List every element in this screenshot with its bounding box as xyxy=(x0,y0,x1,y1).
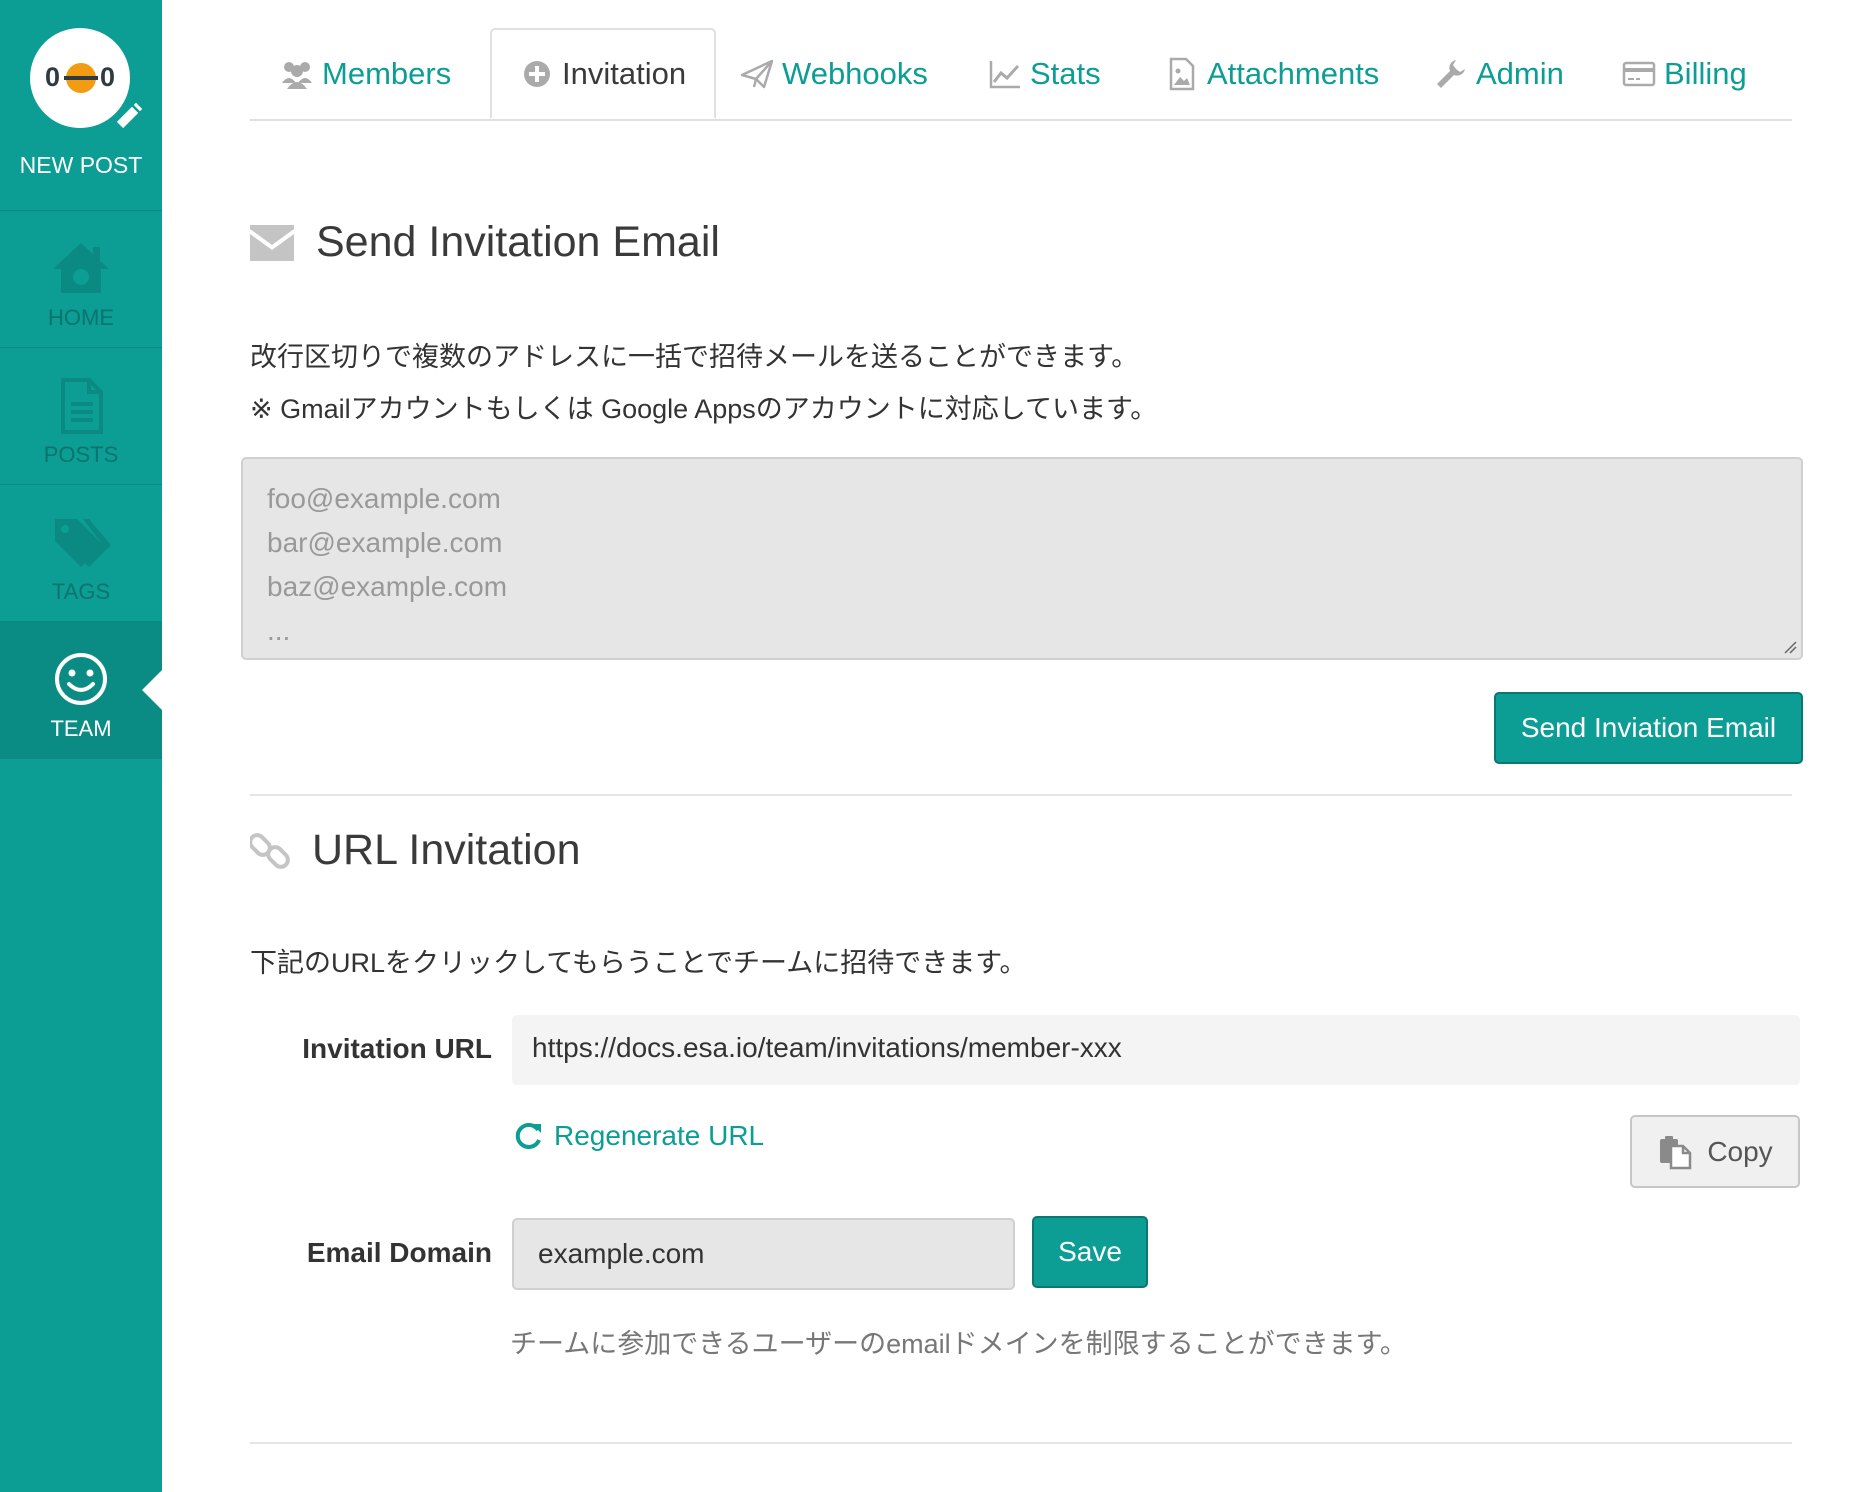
copy-label: Copy xyxy=(1707,1135,1773,1167)
line-chart-icon xyxy=(989,60,1020,88)
envelope-icon xyxy=(250,224,294,261)
logo-mouth xyxy=(64,63,98,93)
tab-members[interactable]: Members xyxy=(280,28,451,119)
description-line: ※ Gmailアカウントもしくは Google Appsのアカウントに対応してい… xyxy=(250,394,1158,424)
link-icon xyxy=(250,832,290,869)
sidebar-item-label: TAGS xyxy=(51,579,111,604)
email-domain-label: Email Domain xyxy=(306,1237,492,1268)
sidebar-item-home[interactable]: HOME xyxy=(0,211,162,348)
url-invitation-title: URL Invitation xyxy=(250,826,580,875)
send-invitation-email-button[interactable]: Send Inviation Email xyxy=(1494,692,1803,764)
placeholder-line: ... xyxy=(267,615,291,646)
invitation-url-label: Invitation URL xyxy=(302,1033,492,1064)
sidebar-item-label: HOME xyxy=(48,305,114,330)
plus-circle-icon xyxy=(524,60,550,87)
tab-label: Stats xyxy=(1030,55,1101,91)
section-divider xyxy=(250,1442,1792,1444)
resize-handle-icon[interactable] xyxy=(1783,640,1797,654)
invitation-url-field[interactable]: https://docs.esa.io/team/invitations/mem… xyxy=(512,1015,1800,1085)
tag-icon xyxy=(55,519,111,567)
tab-label: Attachments xyxy=(1207,55,1380,91)
settings-tabs: Members Invitation Webhooks Stats Attach… xyxy=(250,28,1792,121)
home-icon xyxy=(53,243,109,293)
credit-card-icon xyxy=(1622,61,1656,86)
wrench-icon xyxy=(1437,59,1465,88)
tab-label: Members xyxy=(322,55,452,91)
url-invitation-description: 下記のURLをクリックしてもらうことでチームに招待できます。 xyxy=(250,948,1027,978)
save-button[interactable]: Save xyxy=(1032,1216,1148,1288)
logo-eye-left: 0 xyxy=(45,62,61,92)
email-invitation-description: 改行区切りで複数のアドレスに一括で招待メールを送ることができます。 ※ Gmai… xyxy=(250,331,1157,435)
email-addresses-textarea[interactable]: foo@example.com bar@example.com baz@exam… xyxy=(241,457,1803,660)
textarea-placeholder: foo@example.com bar@example.com baz@exam… xyxy=(267,477,507,653)
tab-label: Webhooks xyxy=(782,55,928,91)
sidebar-item-team[interactable]: TEAM xyxy=(0,622,162,759)
email-domain-hint: チームに参加できるユーザーのemailドメインを制限することができます。 xyxy=(510,1329,1407,1359)
users-icon xyxy=(282,61,312,89)
sidebar-item-posts[interactable]: POSTS xyxy=(0,348,162,485)
smiley-icon xyxy=(55,653,107,705)
logo-eye-right: 0 xyxy=(100,62,116,92)
tab-invitation[interactable]: Invitation xyxy=(490,28,717,119)
description-line: 改行区切りで複数のアドレスに一括で招待メールを送ることができます。 xyxy=(250,342,1139,372)
tab-billing[interactable]: Billing xyxy=(1622,28,1747,119)
paper-plane-icon xyxy=(740,59,774,88)
new-post-label: NEW POST xyxy=(19,152,143,178)
tab-attachments[interactable]: Attachments xyxy=(1165,28,1379,119)
tab-webhooks[interactable]: Webhooks xyxy=(740,28,928,119)
placeholder-line: bar@example.com xyxy=(267,527,503,558)
email-domain-input[interactable]: example.com xyxy=(512,1218,1015,1290)
regenerate-url-link[interactable]: Regenerate URL xyxy=(512,1120,764,1152)
refresh-icon xyxy=(515,1122,541,1149)
regenerate-url-label: Regenerate URL xyxy=(554,1120,765,1151)
sidebar-item-label: POSTS xyxy=(43,442,119,467)
section-divider xyxy=(250,794,1792,796)
tab-label: Admin xyxy=(1476,55,1564,91)
section-heading: URL Invitation xyxy=(312,826,581,874)
pencil-icon xyxy=(110,99,146,135)
sidebar: 0 0 NEW POST HOME POSTS TAGS TEAM xyxy=(0,0,162,1492)
placeholder-line: foo@example.com xyxy=(267,483,501,514)
sidebar-item-label: TEAM xyxy=(50,716,112,741)
file-image-icon xyxy=(1169,57,1195,90)
placeholder-line: baz@example.com xyxy=(267,571,508,602)
tab-admin[interactable]: Admin xyxy=(1434,28,1564,119)
document-icon xyxy=(61,378,103,434)
clipboard-icon xyxy=(1660,1135,1692,1169)
tab-stats[interactable]: Stats xyxy=(988,28,1101,119)
invitation-url-value: https://docs.esa.io/team/invitations/mem… xyxy=(532,1032,1122,1063)
copy-url-button[interactable]: Copy xyxy=(1630,1115,1800,1188)
section-heading: Send Invitation Email xyxy=(316,218,720,266)
tab-label: Invitation xyxy=(562,55,687,91)
sidebar-item-tags[interactable]: TAGS xyxy=(0,485,162,622)
email-invitation-title: Send Invitation Email xyxy=(250,218,720,267)
tab-label: Billing xyxy=(1664,55,1747,91)
new-post-button[interactable]: 0 0 NEW POST xyxy=(0,0,162,211)
